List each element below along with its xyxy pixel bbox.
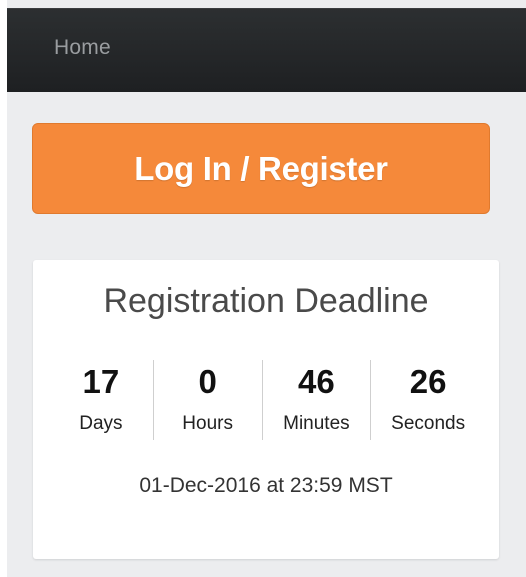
countdown-units: 17 Days 0 Hours 46 Minutes 26 Seconds: [49, 360, 485, 440]
countdown-days: 17 Days: [49, 360, 153, 440]
seconds-label: Seconds: [391, 413, 466, 434]
countdown-hours: 0 Hours: [152, 360, 262, 440]
registration-countdown-card: Registration Deadline 17 Days 0 Hours 46…: [33, 260, 499, 559]
hours-value: 0: [198, 363, 217, 400]
days-value: 17: [82, 363, 120, 400]
login-register-label: Log In / Register: [134, 149, 388, 187]
hours-label: Hours: [182, 413, 233, 434]
minutes-label: Minutes: [283, 413, 350, 434]
countdown-title: Registration Deadline: [103, 282, 429, 320]
countdown-minutes: 46 Minutes: [261, 360, 371, 440]
minutes-value: 46: [298, 363, 335, 400]
countdown-seconds: 26 Seconds: [370, 360, 485, 440]
nav-home-link[interactable]: Home: [54, 36, 111, 60]
days-label: Days: [79, 413, 123, 434]
seconds-value: 26: [409, 363, 447, 400]
page: Home Log In / Register Registration Dead…: [0, 0, 526, 577]
top-navbar: Home: [7, 8, 526, 92]
left-edge-strip: [0, 0, 7, 577]
login-register-button[interactable]: Log In / Register: [32, 123, 490, 214]
deadline-datetime: 01-Dec-2016 at 23:59 MST: [139, 474, 393, 497]
